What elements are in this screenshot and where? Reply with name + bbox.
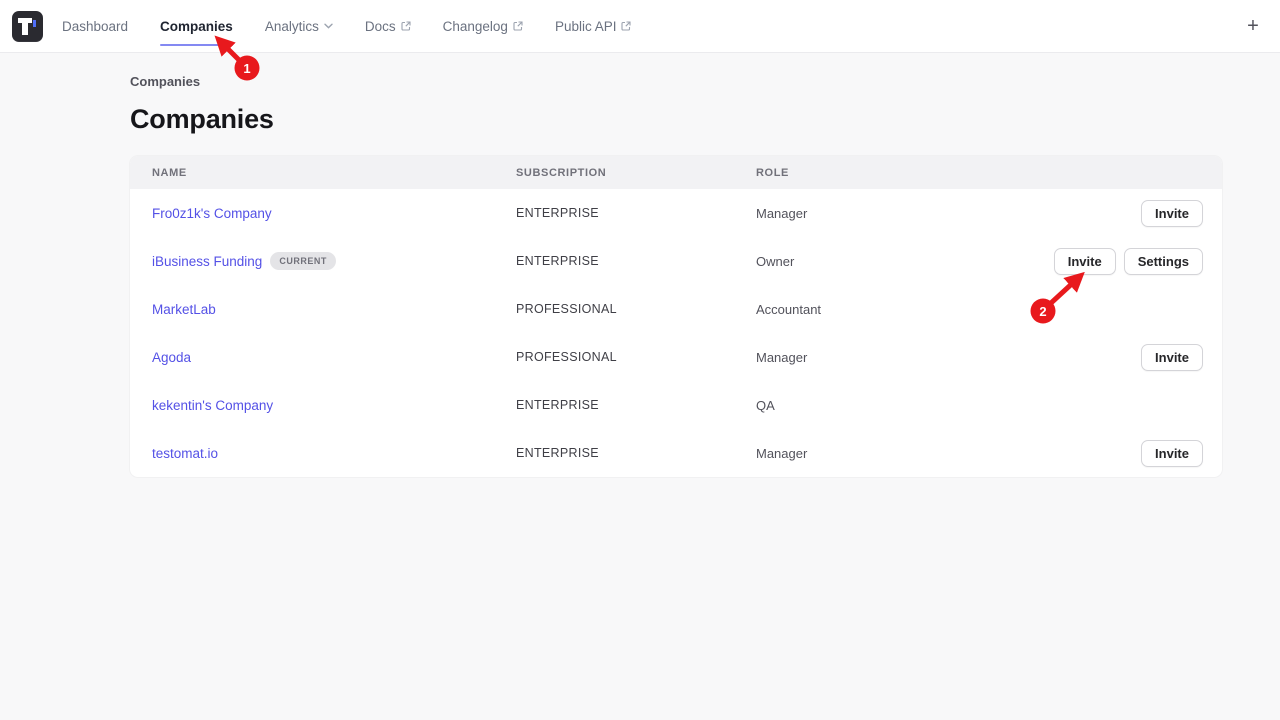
subscription-cell: PROFESSIONAL xyxy=(516,350,756,364)
company-link[interactable]: MarketLab xyxy=(152,302,216,317)
breadcrumb[interactable]: Companies xyxy=(130,74,1222,89)
external-link-icon xyxy=(621,21,631,31)
nav-item-label: Dashboard xyxy=(62,19,128,34)
column-header-subscription: SUBSCRIPTION xyxy=(516,167,756,179)
role-cell: Manager xyxy=(756,206,1141,221)
settings-button[interactable]: Settings xyxy=(1124,248,1203,275)
table-row: Agoda PROFESSIONAL Manager Invite xyxy=(130,333,1222,381)
nav-item-dashboard[interactable]: Dashboard xyxy=(46,0,144,52)
invite-button[interactable]: Invite xyxy=(1054,248,1116,275)
subscription-cell: ENTERPRISE xyxy=(516,206,756,220)
company-link[interactable]: Fro0z1k's Company xyxy=(152,206,272,221)
subscription-cell: ENTERPRISE xyxy=(516,254,756,268)
app-logo-icon[interactable] xyxy=(12,11,43,42)
nav-item-label: Docs xyxy=(365,19,396,34)
role-cell: Manager xyxy=(756,446,1141,461)
nav-item-docs[interactable]: Docs xyxy=(349,0,427,52)
column-header-name: NAME xyxy=(152,167,516,179)
subscription-cell: ENTERPRISE xyxy=(516,398,756,412)
nav-item-label: Changelog xyxy=(443,19,508,34)
role-cell: QA xyxy=(756,398,1203,413)
nav-item-label: Public API xyxy=(555,19,617,34)
subscription-cell: ENTERPRISE xyxy=(516,446,756,460)
nav-item-public-api[interactable]: Public API xyxy=(539,0,648,52)
nav-item-companies[interactable]: Companies xyxy=(144,0,249,52)
company-link[interactable]: kekentin's Company xyxy=(152,398,273,413)
table-row: iBusiness Funding CURRENT ENTERPRISE Own… xyxy=(130,237,1222,285)
nav-item-label: Companies xyxy=(160,19,233,34)
company-link[interactable]: testomat.io xyxy=(152,446,218,461)
role-cell: Accountant xyxy=(756,302,1203,317)
nav-item-label: Analytics xyxy=(265,19,319,34)
active-tab-underline xyxy=(160,44,233,47)
role-cell: Owner xyxy=(756,254,1054,269)
current-badge: CURRENT xyxy=(270,252,336,270)
table-row: Fro0z1k's Company ENTERPRISE Manager Inv… xyxy=(130,189,1222,237)
companies-table: NAME SUBSCRIPTION ROLE Fro0z1k's Company… xyxy=(130,156,1222,477)
table-row: MarketLab PROFESSIONAL Accountant xyxy=(130,285,1222,333)
page-title: Companies xyxy=(130,104,1222,135)
company-link[interactable]: Agoda xyxy=(152,350,191,365)
invite-button[interactable]: Invite xyxy=(1141,344,1203,371)
subscription-cell: PROFESSIONAL xyxy=(516,302,756,316)
main-nav: Dashboard Companies Analytics Docs Chang… xyxy=(46,0,647,52)
invite-button[interactable]: Invite xyxy=(1141,200,1203,227)
nav-item-changelog[interactable]: Changelog xyxy=(427,0,539,52)
external-link-icon xyxy=(513,21,523,31)
table-row: testomat.io ENTERPRISE Manager Invite xyxy=(130,429,1222,477)
add-icon[interactable]: + xyxy=(1240,13,1266,39)
table-row: kekentin's Company ENTERPRISE QA xyxy=(130,381,1222,429)
column-header-role: ROLE xyxy=(756,167,1203,179)
company-link[interactable]: iBusiness Funding xyxy=(152,254,262,269)
external-link-icon xyxy=(401,21,411,31)
invite-button[interactable]: Invite xyxy=(1141,440,1203,467)
role-cell: Manager xyxy=(756,350,1141,365)
top-navigation-bar: Dashboard Companies Analytics Docs Chang… xyxy=(0,0,1280,53)
main-content: Companies Companies NAME SUBSCRIPTION RO… xyxy=(130,53,1222,477)
table-header-row: NAME SUBSCRIPTION ROLE xyxy=(130,156,1222,189)
nav-item-analytics[interactable]: Analytics xyxy=(249,0,349,52)
chevron-down-icon xyxy=(324,23,333,29)
